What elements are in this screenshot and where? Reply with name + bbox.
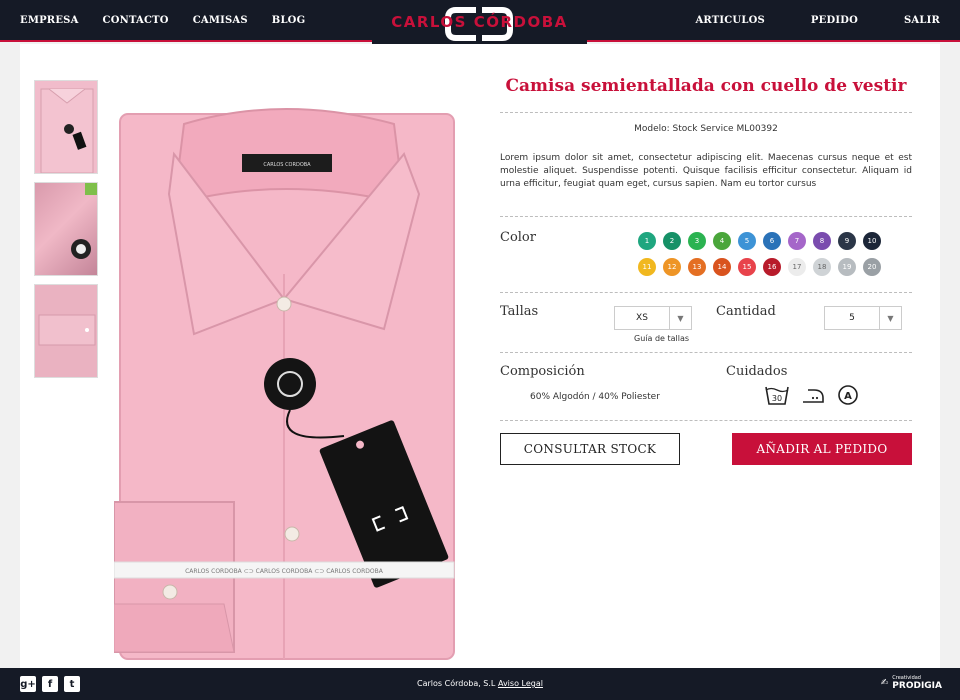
nav-salir[interactable]: SALIR [904, 15, 940, 26]
copyright: Carlos Córdoba, S.L Aviso Legal [0, 679, 960, 688]
color-swatch[interactable]: 20 [863, 258, 881, 276]
nav-blog[interactable]: BLOG [272, 15, 306, 26]
color-label: Color [500, 230, 536, 245]
color-swatch[interactable]: 11 [638, 258, 656, 276]
divider [500, 292, 912, 293]
check-stock-button[interactable]: CONSULTAR STOCK [500, 433, 680, 465]
color-swatch[interactable]: 18 [813, 258, 831, 276]
agency-name: PRODIGIA [892, 681, 942, 691]
agency-credit[interactable]: ✍ Creatividad PRODIGIA [881, 675, 942, 691]
care-icons: 30 A [764, 384, 860, 406]
wash-30-icon: 30 [765, 386, 789, 405]
product-panel: CARLOS CORDOBA CARLOS CORDOBA ⊂⊃ CARLOS … [20, 44, 940, 668]
color-swatches-row-1: 1 2 3 4 5 6 7 8 9 10 [638, 232, 910, 250]
product-model: Modelo: Stock Service ML00392 [634, 124, 778, 134]
thumbnail-list [34, 80, 98, 386]
nav-contacto[interactable]: CONTACTO [103, 15, 169, 26]
color-swatch[interactable]: 9 [838, 232, 856, 250]
nav-empresa[interactable]: EMPRESA [20, 15, 79, 26]
thumbnail-3[interactable] [34, 284, 98, 378]
color-swatch[interactable]: 4 [713, 232, 731, 250]
sizes-label: Tallas [500, 304, 539, 319]
add-to-order-button[interactable]: AÑADIR AL PEDIDO [732, 433, 912, 465]
color-swatches-row-2: 11 12 13 14 15 16 17 18 19 20 [638, 258, 910, 276]
quantity-select[interactable]: 5 ▼ [824, 306, 902, 330]
main-nav-right: ARTICULOS PEDIDO SALIR [649, 0, 940, 40]
dry-clean-a-icon: A [838, 385, 858, 405]
company-name: Carlos Córdoba, S.L [417, 679, 496, 688]
brand-name: CARLOS CÓRDOBA [391, 13, 568, 31]
chevron-down-icon: ▼ [879, 307, 901, 329]
color-swatch[interactable]: 17 [788, 258, 806, 276]
nav-articulos[interactable]: ARTICULOS [695, 15, 764, 26]
divider [500, 352, 912, 353]
size-select[interactable]: XS ▼ [614, 306, 692, 330]
nav-camisas[interactable]: CAMISAS [193, 15, 248, 26]
color-swatch[interactable]: 10 [863, 232, 881, 250]
color-swatch[interactable]: 1 [638, 232, 656, 250]
color-swatch[interactable]: 3 [688, 232, 706, 250]
color-swatch[interactable]: 5 [738, 232, 756, 250]
color-swatch[interactable]: 12 [663, 258, 681, 276]
nav-pedido[interactable]: PEDIDO [811, 15, 858, 26]
color-swatch[interactable]: 15 [738, 258, 756, 276]
quantity-label: Cantidad [716, 304, 776, 319]
thumbnail-1[interactable] [34, 80, 98, 174]
divider [500, 216, 912, 217]
color-swatch[interactable]: 13 [688, 258, 706, 276]
color-swatch[interactable]: 8 [813, 232, 831, 250]
quantity-value: 5 [849, 313, 855, 323]
color-swatch[interactable]: 7 [788, 232, 806, 250]
color-swatch[interactable]: 2 [663, 232, 681, 250]
main-nav-left: EMPRESA CONTACTO CAMISAS BLOG [20, 0, 305, 40]
product-description: Lorem ipsum dolor sit amet, consectetur … [500, 153, 912, 189]
composition-value: 60% Algodón / 40% Poliester [530, 392, 660, 402]
chevron-down-icon: ▼ [669, 307, 691, 329]
svg-text:CARLOS CORDOBA ⊂⊃ CARLOS: CARLOS CORDOBA ⊂⊃ CARLOS CORDOBA ⊂⊃ CARL… [185, 568, 384, 575]
composition-label: Composición [500, 364, 585, 379]
product-photo: CARLOS CORDOBA CARLOS CORDOBA ⊂⊃ CARLOS … [113, 84, 474, 664]
product-title: Camisa semientallada con cuello de vesti… [505, 76, 907, 96]
color-swatch[interactable]: 19 [838, 258, 856, 276]
thumbnail-2[interactable] [34, 182, 98, 276]
legal-link[interactable]: Aviso Legal [498, 679, 543, 688]
footer: g+ f t Carlos Córdoba, S.L Aviso Legal ✍… [0, 668, 960, 700]
svg-text:30: 30 [772, 394, 782, 403]
color-swatch[interactable]: 14 [713, 258, 731, 276]
iron-low-icon [803, 389, 824, 403]
care-label: Cuidados [726, 364, 788, 379]
divider [500, 112, 912, 113]
size-guide-link[interactable]: Guía de tallas [634, 334, 689, 343]
divider [500, 420, 912, 421]
size-value: XS [636, 313, 648, 323]
svg-text:A: A [844, 391, 852, 402]
svg-text:CARLOS CORDOBA: CARLOS CORDOBA [263, 162, 311, 168]
hand-logo-icon: ✍ [880, 678, 889, 688]
color-swatch[interactable]: 6 [763, 232, 781, 250]
color-swatch[interactable]: 16 [763, 258, 781, 276]
